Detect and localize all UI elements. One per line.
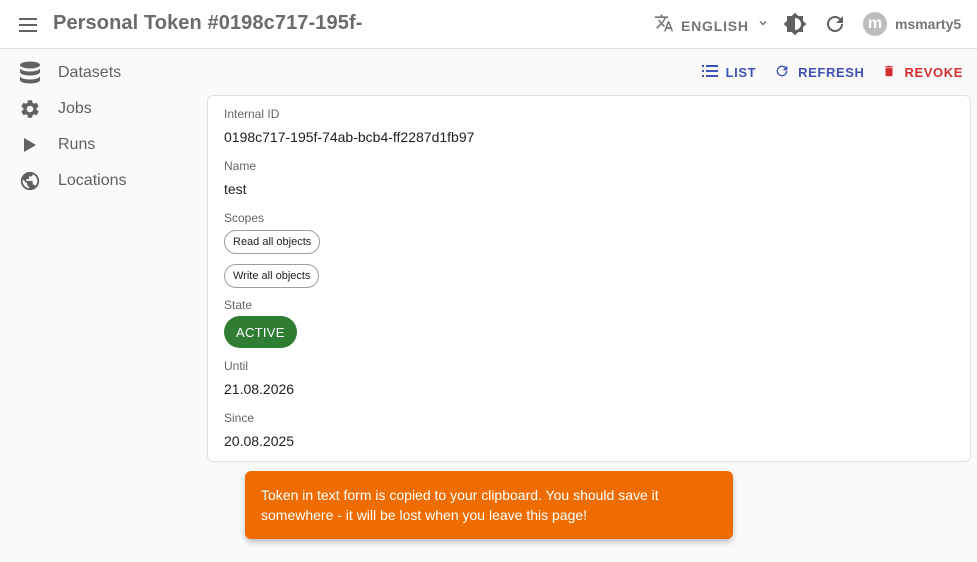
since-value: 20.08.2025: [224, 433, 295, 449]
list-button[interactable]: LIST: [701, 65, 757, 80]
internal-id-value: 0198c717-195f-74ab-bcb4-ff2287d1fb97: [224, 129, 475, 145]
sidebar-item-label: Jobs: [58, 100, 92, 117]
translate-icon: [654, 13, 674, 38]
trash-icon: [882, 63, 896, 82]
refresh-button[interactable]: REFRESH: [774, 63, 864, 82]
scope-chip: Write all objects: [224, 264, 320, 288]
until-label: Until: [224, 359, 249, 373]
refresh-icon: [774, 63, 790, 82]
internal-id-label: Internal ID: [224, 107, 280, 121]
sidebar-item-datasets[interactable]: Datasets: [0, 55, 200, 91]
sidebar: Datasets Jobs Runs Locations: [0, 55, 200, 199]
token-details-card: Internal ID 0198c717-195f-74ab-bcb4-ff22…: [207, 95, 971, 462]
play-icon: [18, 133, 42, 157]
name-value: test: [224, 181, 247, 197]
notification-message: Token in text form is copied to your cli…: [261, 487, 659, 523]
list-icon: [701, 65, 718, 80]
chevron-down-icon: [756, 16, 770, 35]
app-bar: Personal Token #0198c717-195f- ENGLISH m…: [0, 0, 977, 49]
sidebar-item-jobs[interactable]: Jobs: [0, 91, 200, 127]
revoke-button[interactable]: REVOKE: [882, 63, 963, 82]
status-badge: ACTIVE: [224, 316, 297, 348]
sidebar-item-runs[interactable]: Runs: [0, 127, 200, 163]
gear-icon: [18, 97, 42, 121]
refresh-label: REFRESH: [798, 65, 865, 80]
avatar: m: [863, 12, 887, 36]
refresh-icon[interactable]: [823, 12, 847, 36]
state-label: State: [224, 298, 253, 312]
language-label: ENGLISH: [681, 17, 749, 34]
database-icon: [18, 61, 42, 85]
sidebar-item-label: Runs: [58, 136, 96, 153]
list-label: LIST: [725, 65, 757, 80]
page-title: Personal Token #0198c717-195f-: [53, 12, 363, 34]
clipboard-notification: Token in text form is copied to your cli…: [245, 471, 733, 539]
since-label: Since: [224, 411, 255, 425]
theme-toggle-icon[interactable]: [783, 12, 807, 36]
name-label: Name: [224, 159, 257, 173]
scopes-label: Scopes: [224, 211, 265, 225]
until-value: 21.08.2026: [224, 381, 295, 397]
scope-chip: Read all objects: [224, 230, 321, 254]
sidebar-item-locations[interactable]: Locations: [0, 163, 200, 199]
record-toolbar: LIST REFRESH REVOKE: [701, 63, 963, 82]
user-menu[interactable]: m msmarty5: [863, 12, 961, 36]
user-name: msmarty5: [895, 16, 962, 32]
language-selector[interactable]: ENGLISH: [654, 13, 770, 38]
sidebar-item-label: Locations: [58, 172, 127, 189]
globe-icon: [18, 169, 42, 193]
revoke-label: REVOKE: [904, 65, 963, 80]
menu-icon[interactable]: [16, 13, 40, 37]
sidebar-item-label: Datasets: [58, 64, 122, 81]
